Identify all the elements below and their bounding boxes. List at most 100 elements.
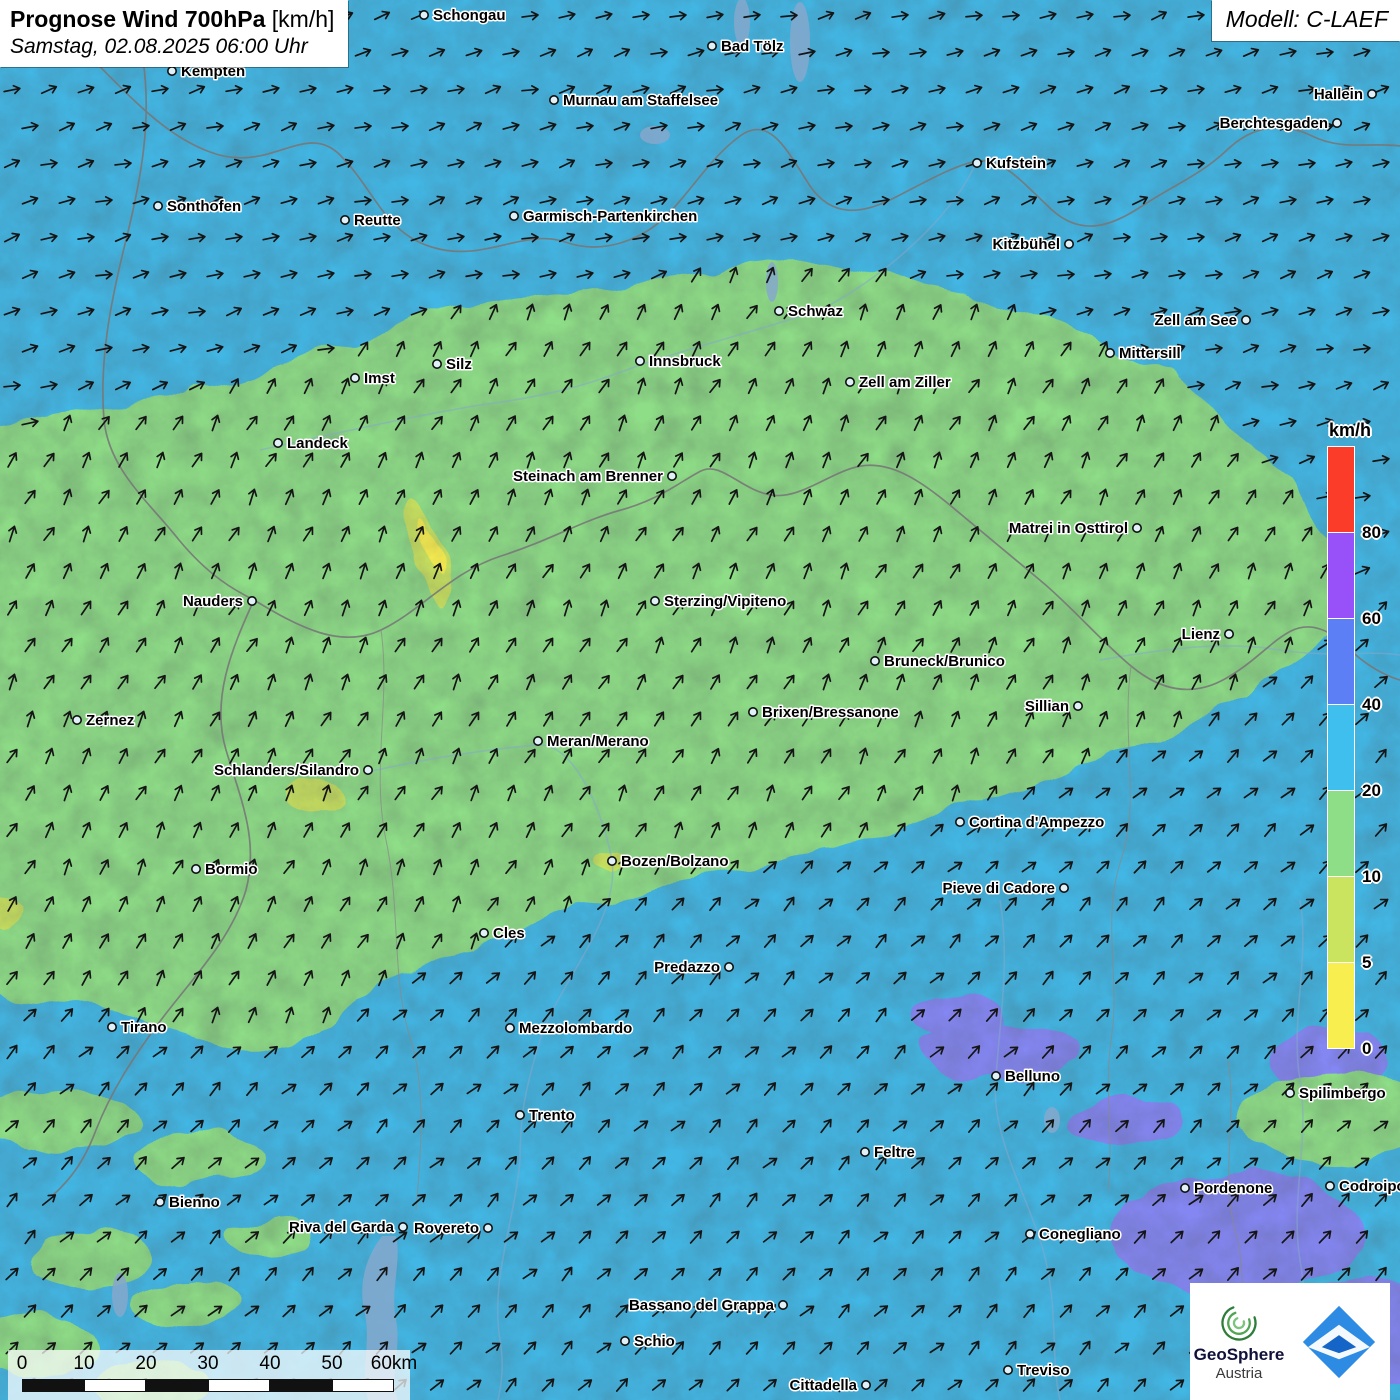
- city-label: Kufstein: [986, 155, 1046, 172]
- city-dot: [248, 597, 256, 605]
- page-subtitle: Samstag, 02.08.2025 06:00 Uhr: [10, 35, 334, 59]
- scale-bar-segment: [332, 1379, 394, 1392]
- city-dot: [1004, 1366, 1012, 1374]
- legend-bar-wrap: 806040201050: [1328, 447, 1371, 1048]
- city-label: Garmisch-Partenkirchen: [523, 208, 697, 225]
- city-label: Treviso: [1017, 1362, 1070, 1379]
- scale-bar-segment: [270, 1379, 332, 1392]
- city-dot: [1133, 524, 1141, 532]
- legend-segment: [1328, 877, 1354, 963]
- city-marker: Brixen/Bressanone: [749, 704, 899, 721]
- legend-color-bar: [1328, 447, 1354, 1048]
- city-label: Lienz: [1182, 626, 1220, 643]
- city-label: Zell am Ziller: [859, 374, 951, 391]
- city-marker: Riva del Garda: [289, 1219, 407, 1236]
- city-marker: Berchtesgaden: [1220, 115, 1342, 132]
- scale-bar-segment: [146, 1379, 208, 1392]
- city-dot: [775, 307, 783, 315]
- city-marker: Zell am Ziller: [846, 374, 951, 391]
- city-marker: Bozen/Bolzano: [608, 853, 729, 870]
- city-dot: [1026, 1230, 1034, 1238]
- geosphere-arrow-icon: [1296, 1299, 1382, 1385]
- city-dot: [1225, 630, 1233, 638]
- city-marker: Cortina d'Ampezzo: [956, 814, 1104, 831]
- city-label: Codroipo: [1339, 1178, 1400, 1195]
- city-marker: Spilimbergo: [1286, 1085, 1386, 1102]
- city-label: Belluno: [1005, 1068, 1060, 1085]
- scale-bar: 0102030405060km: [8, 1350, 410, 1400]
- city-label: Bozen/Bolzano: [621, 853, 729, 870]
- legend-segment: [1328, 705, 1354, 791]
- city-dot: [1333, 119, 1341, 127]
- city-label: Berchtesgaden: [1220, 115, 1328, 132]
- city-label: Sterzing/Vipiteno: [664, 593, 786, 610]
- city-label: Conegliano: [1039, 1226, 1121, 1243]
- city-label: Sonthofen: [167, 198, 241, 215]
- legend-segment: [1328, 619, 1354, 705]
- city-marker: Bassano del Grappa: [629, 1297, 787, 1314]
- city-label: Rovereto: [414, 1220, 479, 1237]
- scale-bar-number: 20: [135, 1353, 156, 1375]
- city-label: Landeck: [287, 435, 349, 452]
- city-label: Spilimbergo: [1299, 1085, 1386, 1102]
- city-dot: [1181, 1184, 1189, 1192]
- legend-unit-label: km/h: [1329, 420, 1371, 441]
- legend-segment: [1328, 963, 1354, 1048]
- city-dot: [608, 857, 616, 865]
- city-marker: Sonthofen: [154, 198, 241, 215]
- city-dot: [506, 1024, 514, 1032]
- scale-bar-number: 10: [73, 1353, 94, 1375]
- city-dot: [871, 657, 879, 665]
- city-dot: [1106, 349, 1114, 357]
- city-label: Schongau: [433, 7, 506, 24]
- city-marker: Bruneck/Brunico: [871, 653, 1005, 670]
- legend-segment: [1328, 791, 1354, 877]
- city-label: Cittadella: [789, 1377, 857, 1394]
- legend-segment: [1328, 533, 1354, 619]
- model-label: Modell: C-LAEF: [1212, 0, 1400, 41]
- city-dot: [725, 963, 733, 971]
- city-dot: [779, 1301, 787, 1309]
- page-title: Prognose Wind 700hPa [km/h]: [10, 6, 334, 33]
- city-label: Mittersill: [1119, 345, 1181, 362]
- city-dot: [420, 11, 428, 19]
- legend-tick-label: 10: [1362, 867, 1381, 887]
- city-dot: [861, 1148, 869, 1156]
- legend-tick-label: 0: [1362, 1039, 1371, 1059]
- scale-bar-number: 60km: [371, 1353, 417, 1375]
- city-dot: [749, 708, 757, 716]
- city-marker: Zell am See: [1154, 312, 1250, 329]
- city-label: Matrei in Osttirol: [1009, 520, 1128, 537]
- geosphere-name: GeoSphere: [1194, 1346, 1285, 1365]
- city-dot: [192, 865, 200, 873]
- city-label: Bassano del Grappa: [629, 1297, 775, 1314]
- city-dot: [433, 360, 441, 368]
- scale-bar-number: 50: [321, 1353, 342, 1375]
- lake-shape: [640, 126, 670, 144]
- city-dot: [510, 212, 518, 220]
- city-label: Silz: [446, 356, 472, 373]
- city-marker: Steinach am Brenner: [513, 468, 676, 485]
- geosphere-logo-right: [1288, 1283, 1390, 1400]
- scale-bar-number: 30: [197, 1353, 218, 1375]
- city-label: Sillian: [1025, 698, 1069, 715]
- legend-tick-label: 20: [1362, 781, 1381, 801]
- scale-bar-number: 0: [17, 1353, 28, 1375]
- city-dot: [1326, 1182, 1334, 1190]
- city-dot: [1368, 90, 1376, 98]
- city-marker: Pieve di Cadore: [942, 880, 1068, 897]
- city-dot: [168, 67, 176, 75]
- title-box: Prognose Wind 700hPa [km/h] Samstag, 02.…: [0, 0, 348, 67]
- geosphere-logo-left: GeoSphere Austria: [1190, 1283, 1288, 1400]
- city-label: Bormio: [205, 861, 258, 878]
- city-label: Pordenone: [1194, 1180, 1272, 1197]
- city-label: Hallein: [1314, 86, 1363, 103]
- page-title-text: Prognose Wind 700hPa: [10, 6, 265, 32]
- city-label: Pieve di Cadore: [942, 880, 1055, 897]
- scale-bar-segment: [84, 1379, 146, 1392]
- city-label: Zernez: [86, 712, 134, 729]
- city-label: Schio: [634, 1333, 675, 1350]
- page-title-unit: [km/h]: [272, 6, 335, 32]
- city-dot: [399, 1223, 407, 1231]
- city-label: Reutte: [354, 212, 401, 229]
